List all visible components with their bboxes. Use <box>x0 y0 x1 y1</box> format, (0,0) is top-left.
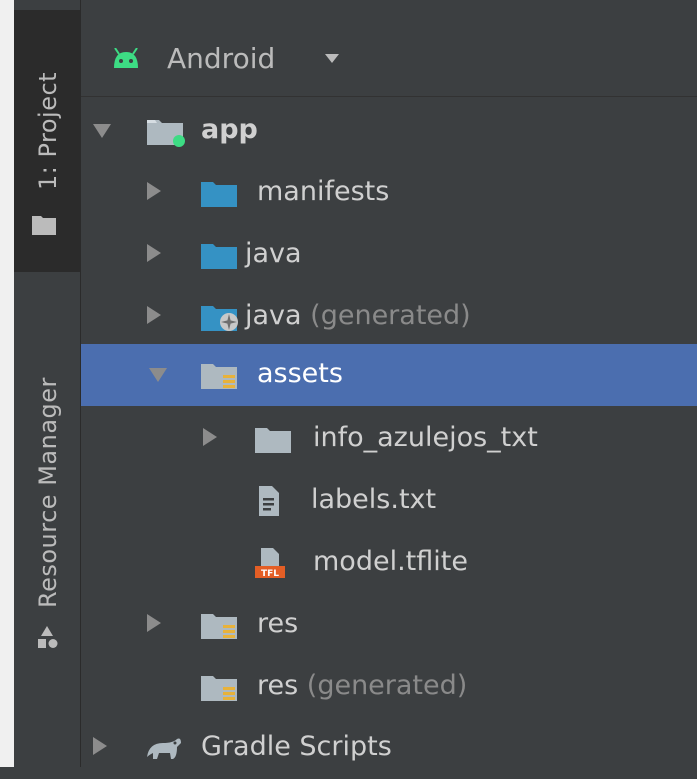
resource-manager-label: Resource Manager <box>34 377 62 608</box>
project-tool-tab[interactable]: 1: Project <box>14 10 80 272</box>
chevron-down-icon[interactable] <box>325 54 339 63</box>
node-name: res <box>257 670 299 701</box>
tree-node-label: assets <box>257 358 343 389</box>
project-view-header: Android <box>81 10 697 97</box>
folder-icon <box>201 182 237 207</box>
tree-node-labels-txt[interactable]: labels.txt <box>81 470 697 532</box>
expand-arrow-icon[interactable] <box>147 182 161 200</box>
project-tab-label: 1: Project <box>34 71 62 190</box>
resource-folder-icon <box>201 676 237 701</box>
text-file-icon <box>259 486 279 516</box>
resource-manager-tool-tab[interactable]: Resource Manager <box>14 286 80 686</box>
tree-node-label: Gradle Scripts <box>201 731 392 762</box>
tree-node-label: res <box>257 608 299 639</box>
module-folder-icon <box>147 120 185 147</box>
collapse-arrow-icon[interactable] <box>149 368 167 382</box>
resource-folder-icon <box>201 364 237 389</box>
expand-arrow-icon[interactable] <box>203 428 217 446</box>
tree-node-model-tflite[interactable]: TFL model.tflite <box>81 532 697 594</box>
tree-node-manifests[interactable]: manifests <box>81 162 697 224</box>
expand-arrow-icon[interactable] <box>147 306 161 324</box>
tree-node-label: manifests <box>257 176 390 207</box>
tree-node-label: java (generated) <box>245 300 471 331</box>
tree-node-label: res (generated) <box>257 670 467 701</box>
tree-node-label: labels.txt <box>311 484 437 515</box>
project-view-selector[interactable]: Android <box>167 42 275 75</box>
project-tree: app manifests java java (generated) asse… <box>81 97 697 767</box>
node-suffix: (generated) <box>306 670 468 701</box>
expand-arrow-icon[interactable] <box>93 737 107 755</box>
tool-window-bar: 1: Project Resource Manager <box>14 0 81 767</box>
gradle-elephant-icon <box>147 738 181 759</box>
tree-node-res[interactable]: res <box>81 594 697 656</box>
android-icon <box>114 48 138 68</box>
tflite-file-icon: TFL <box>255 548 285 579</box>
node-name: java <box>245 300 302 331</box>
tree-node-gradle-scripts[interactable]: Gradle Scripts <box>81 717 697 779</box>
tree-node-assets[interactable]: assets <box>81 344 697 406</box>
tree-node-label: app <box>201 114 258 145</box>
folder-icon <box>255 428 291 453</box>
tree-node-res-generated[interactable]: res (generated) <box>81 656 697 718</box>
tree-node-label: java <box>245 238 302 269</box>
resource-folder-icon <box>201 614 237 639</box>
tree-node-label: model.tflite <box>313 546 468 577</box>
expand-arrow-icon[interactable] <box>147 614 161 632</box>
expand-arrow-icon[interactable] <box>147 244 161 262</box>
tree-node-java[interactable]: java <box>81 224 697 286</box>
tree-node-java-generated[interactable]: java (generated) <box>81 286 697 348</box>
node-suffix: (generated) <box>310 300 471 331</box>
resource-manager-icon <box>38 626 58 648</box>
tree-node-info-azulejos[interactable]: info_azulejos_txt <box>81 408 697 470</box>
tree-node-app[interactable]: app <box>81 100 697 162</box>
window-edge <box>0 0 14 767</box>
folder-icon <box>32 216 56 235</box>
expand-arrow-icon[interactable] <box>93 124 111 138</box>
tflite-badge: TFL <box>261 569 279 579</box>
generated-folder-icon <box>201 306 238 331</box>
folder-icon <box>201 244 237 269</box>
tree-node-label: info_azulejos_txt <box>313 422 538 453</box>
